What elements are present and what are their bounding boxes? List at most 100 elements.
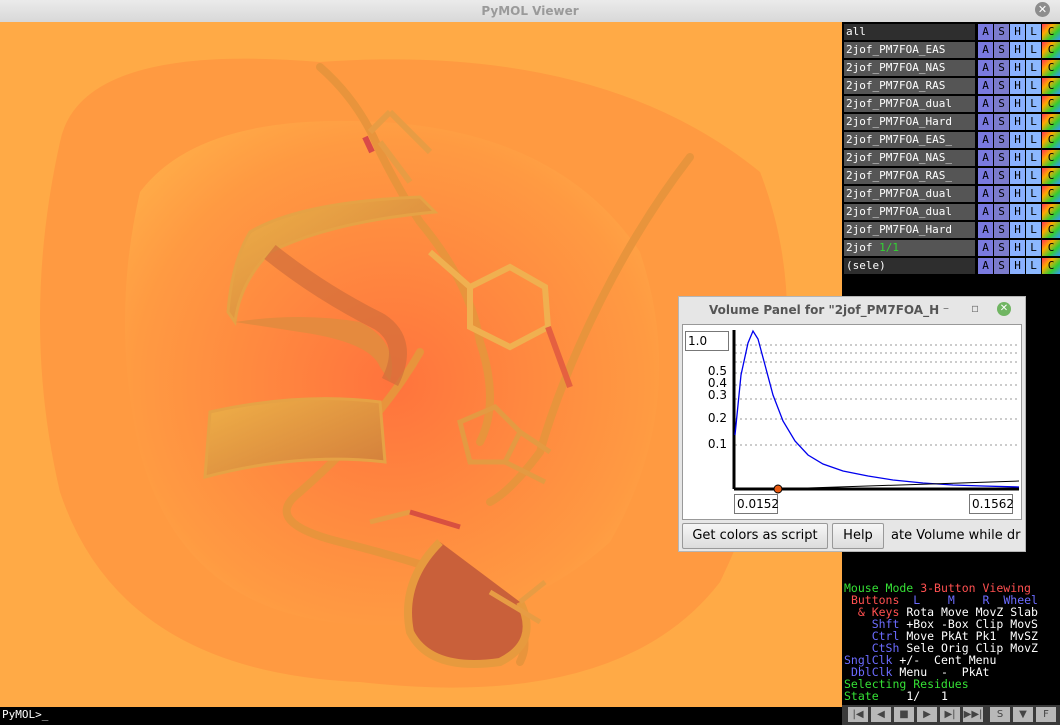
object-name[interactable]: 2jof_PM7FOA_RAS_	[844, 168, 975, 184]
show-button[interactable]: S	[994, 240, 1009, 256]
object-name[interactable]: 2jof_PM7FOA_Hard	[844, 114, 975, 130]
hide-button[interactable]: H	[1010, 258, 1025, 274]
show-button[interactable]: S	[994, 42, 1009, 58]
update-volume-checkbox[interactable]: ate Volume while dr	[891, 523, 1023, 549]
object-name[interactable]: 2jof_PM7FOA_dual	[844, 204, 975, 220]
play-icon[interactable]: ▶	[917, 707, 937, 722]
chevron-down-icon[interactable]: ▼	[1013, 707, 1033, 722]
object-name[interactable]: 2jof_PM7FOA_NAS_	[844, 150, 975, 166]
object-name[interactable]: 2jof 1/1	[844, 240, 975, 256]
action-button[interactable]: A	[978, 204, 993, 220]
show-button[interactable]: S	[994, 60, 1009, 76]
object-name[interactable]: all	[844, 24, 975, 40]
volume-histogram[interactable]: 1.0 0.5 0.4 0.3 0.2 0.1 0.0152 0.1562	[682, 324, 1022, 520]
object-name[interactable]: (sele)	[844, 258, 975, 274]
rewind-icon[interactable]: |◀	[848, 707, 868, 722]
back-icon[interactable]: ◀	[871, 707, 891, 722]
stop-icon[interactable]: ■	[894, 707, 914, 722]
object-row[interactable]: 2jof_PM7FOA_dual A S H L C	[842, 186, 1060, 203]
action-button[interactable]: A	[978, 114, 993, 130]
action-button[interactable]: A	[978, 186, 993, 202]
label-button[interactable]: L	[1026, 204, 1041, 220]
object-name[interactable]: 2jof_PM7FOA_EAS_	[844, 132, 975, 148]
hide-button[interactable]: H	[1010, 240, 1025, 256]
color-button[interactable]: C	[1042, 24, 1060, 40]
object-row[interactable]: (sele) A S H L C	[842, 258, 1060, 275]
label-button[interactable]: L	[1026, 24, 1041, 40]
show-button[interactable]: S	[994, 132, 1009, 148]
label-button[interactable]: L	[1026, 78, 1041, 94]
object-name[interactable]: 2jof_PM7FOA_EAS	[844, 42, 975, 58]
object-row[interactable]: 2jof_PM7FOA_dual A S H L C	[842, 204, 1060, 221]
label-button[interactable]: L	[1026, 114, 1041, 130]
show-button[interactable]: S	[994, 78, 1009, 94]
show-button[interactable]: S	[994, 258, 1009, 274]
color-button[interactable]: C	[1042, 168, 1060, 184]
object-row[interactable]: 2jof_PM7FOA_dual A S H L C	[842, 96, 1060, 113]
object-name[interactable]: 2jof_PM7FOA_RAS	[844, 78, 975, 94]
color-button[interactable]: C	[1042, 222, 1060, 238]
label-button[interactable]: L	[1026, 96, 1041, 112]
action-button[interactable]: A	[978, 24, 993, 40]
show-button[interactable]: S	[994, 222, 1009, 238]
color-button[interactable]: C	[1042, 186, 1060, 202]
object-row[interactable]: 2jof_PM7FOA_EAS_ A S H L C	[842, 132, 1060, 149]
action-button[interactable]: A	[978, 240, 993, 256]
action-button[interactable]: A	[978, 150, 993, 166]
object-row[interactable]: 2jof_PM7FOA_RAS A S H L C	[842, 78, 1060, 95]
show-button[interactable]: S	[994, 96, 1009, 112]
action-button[interactable]: A	[978, 132, 993, 148]
color-button[interactable]: C	[1042, 204, 1060, 220]
volume-panel-close-button[interactable]: ✕	[997, 302, 1011, 316]
action-button[interactable]: A	[978, 78, 993, 94]
hide-button[interactable]: H	[1010, 222, 1025, 238]
label-button[interactable]: L	[1026, 186, 1041, 202]
hide-button[interactable]: H	[1010, 78, 1025, 94]
action-button[interactable]: A	[978, 60, 993, 76]
color-button[interactable]: C	[1042, 96, 1060, 112]
object-row[interactable]: 2jof_PM7FOA_NAS A S H L C	[842, 60, 1060, 77]
hide-button[interactable]: H	[1010, 186, 1025, 202]
object-row[interactable]: 2jof_PM7FOA_EAS A S H L C	[842, 42, 1060, 59]
object-row[interactable]: 2jof 1/1 A S H L C	[842, 240, 1060, 257]
action-button[interactable]: A	[978, 42, 993, 58]
object-name[interactable]: 2jof_PM7FOA_dual	[844, 186, 975, 202]
action-button[interactable]: A	[978, 258, 993, 274]
help-button[interactable]: Help	[832, 523, 884, 549]
fullscreen-button[interactable]: F	[1036, 707, 1056, 722]
show-button[interactable]: S	[994, 186, 1009, 202]
color-button[interactable]: C	[1042, 60, 1060, 76]
show-button[interactable]: S	[994, 168, 1009, 184]
color-button[interactable]: C	[1042, 132, 1060, 148]
label-button[interactable]: L	[1026, 258, 1041, 274]
color-button[interactable]: C	[1042, 114, 1060, 130]
show-button[interactable]: S	[994, 114, 1009, 130]
hide-button[interactable]: H	[1010, 132, 1025, 148]
hide-button[interactable]: H	[1010, 150, 1025, 166]
label-button[interactable]: L	[1026, 150, 1041, 166]
label-button[interactable]: L	[1026, 240, 1041, 256]
volume-panel-titlebar[interactable]: Volume Panel for "2jof_PM7FOA_H – ▫ ✕	[679, 297, 1025, 323]
hide-button[interactable]: H	[1010, 42, 1025, 58]
window-close-button[interactable]: ✕	[1035, 2, 1050, 17]
object-row[interactable]: 2jof_PM7FOA_Hard A S H L C	[842, 114, 1060, 131]
hide-button[interactable]: H	[1010, 96, 1025, 112]
color-button[interactable]: C	[1042, 258, 1060, 274]
hide-button[interactable]: H	[1010, 114, 1025, 130]
show-button[interactable]: S	[994, 150, 1009, 166]
label-button[interactable]: L	[1026, 132, 1041, 148]
action-button[interactable]: A	[978, 96, 993, 112]
action-button[interactable]: A	[978, 222, 993, 238]
xmin-input[interactable]: 0.0152	[734, 494, 779, 514]
color-button[interactable]: C	[1042, 150, 1060, 166]
object-name[interactable]: 2jof_PM7FOA_NAS	[844, 60, 975, 76]
label-button[interactable]: L	[1026, 60, 1041, 76]
hide-button[interactable]: H	[1010, 168, 1025, 184]
sculpt-button[interactable]: S	[990, 707, 1010, 722]
color-button[interactable]: C	[1042, 78, 1060, 94]
object-name[interactable]: 2jof_PM7FOA_dual	[844, 96, 975, 112]
object-name[interactable]: 2jof_PM7FOA_Hard	[844, 222, 975, 238]
command-line[interactable]: PyMOL>_	[0, 707, 842, 725]
object-row[interactable]: 2jof_PM7FOA_NAS_ A S H L C	[842, 150, 1060, 167]
fast-forward-icon[interactable]: ▶▶|	[963, 707, 983, 722]
